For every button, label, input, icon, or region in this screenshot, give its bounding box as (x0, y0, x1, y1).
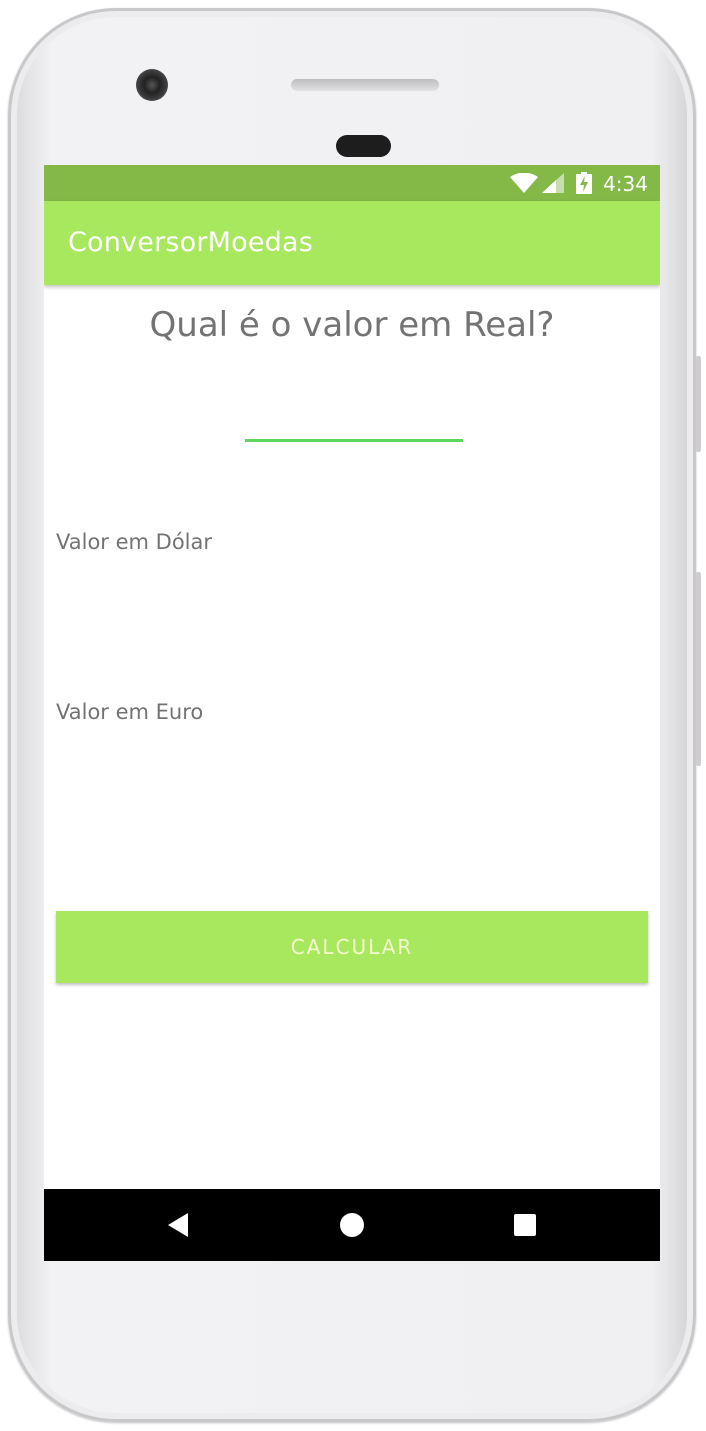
recents-icon (514, 1214, 536, 1236)
recents-button[interactable] (505, 1205, 545, 1245)
app-bar: ConversorMoedas (44, 201, 660, 285)
volume-button (696, 356, 701, 452)
front-camera (136, 69, 168, 101)
signal-icon (542, 173, 564, 193)
dollar-value-label: Valor em Dólar (56, 530, 213, 554)
screen: 4:34 ConversorMoedas Qual é o valor em R… (44, 165, 660, 1261)
question-heading: Qual é o valor em Real? (149, 305, 555, 345)
status-icons (510, 172, 592, 194)
proximity-sensor (336, 135, 391, 157)
real-value-input[interactable] (245, 397, 463, 442)
power-button (696, 572, 701, 766)
calculate-button[interactable]: CALCULAR (56, 911, 648, 983)
battery-charging-icon (576, 172, 592, 194)
status-time: 4:34 (603, 172, 648, 196)
navigation-bar (44, 1189, 660, 1261)
euro-value-label: Valor em Euro (56, 700, 204, 724)
earpiece-speaker (291, 79, 439, 91)
back-icon (168, 1213, 188, 1237)
wifi-icon (510, 173, 538, 193)
status-bar: 4:34 (44, 165, 660, 201)
app-title: ConversorMoedas (68, 227, 314, 258)
home-button[interactable] (332, 1205, 372, 1245)
home-icon (340, 1213, 364, 1237)
back-button[interactable] (158, 1205, 198, 1245)
